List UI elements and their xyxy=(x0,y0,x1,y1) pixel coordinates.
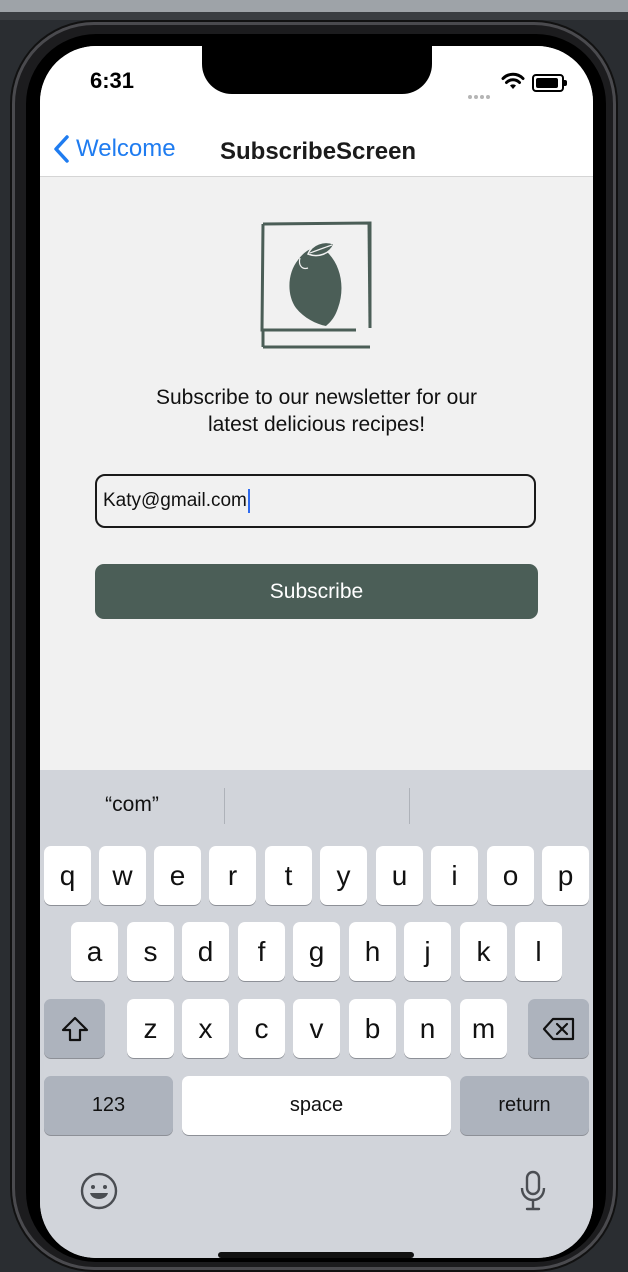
keyboard: “com” q w e r t y u i o p a s d f g h j … xyxy=(40,770,593,1258)
key-f[interactable]: f xyxy=(238,922,285,981)
home-indicator[interactable] xyxy=(218,1252,414,1258)
suggestion-1[interactable]: “com” xyxy=(40,770,224,840)
email-input[interactable]: Katy@gmail.com xyxy=(95,474,536,528)
tagline-line-2: latest delicious recipes! xyxy=(207,413,426,436)
key-n[interactable]: n xyxy=(404,999,451,1058)
wifi-icon xyxy=(501,72,525,89)
desktop-top-bar xyxy=(0,0,628,12)
key-i[interactable]: i xyxy=(431,846,478,905)
suggestion-2[interactable] xyxy=(225,770,409,840)
backspace-icon xyxy=(542,1017,574,1040)
navigation-bar: Welcome SubscribeScreen xyxy=(40,124,593,177)
key-t[interactable]: t xyxy=(265,846,312,905)
key-m[interactable]: m xyxy=(460,999,507,1058)
email-input-value: Katy@gmail.com xyxy=(103,490,247,511)
key-w[interactable]: w xyxy=(99,846,146,905)
key-d[interactable]: d xyxy=(182,922,229,981)
suggestion-3[interactable] xyxy=(410,770,593,840)
key-c[interactable]: c xyxy=(238,999,285,1058)
key-u[interactable]: u xyxy=(376,846,423,905)
subscribe-button-label: Subscribe xyxy=(269,579,364,603)
key-q[interactable]: q xyxy=(44,846,91,905)
notch xyxy=(202,46,432,94)
shift-key[interactable] xyxy=(44,999,105,1058)
lemon-logo-icon xyxy=(260,221,372,349)
battery-icon xyxy=(532,74,564,92)
suggestion-bar: “com” xyxy=(40,770,593,840)
numbers-key[interactable]: 123 xyxy=(44,1076,173,1135)
key-b[interactable]: b xyxy=(349,999,396,1058)
key-r[interactable]: r xyxy=(209,846,256,905)
page-title: SubscribeScreen xyxy=(220,138,417,165)
key-e[interactable]: e xyxy=(154,846,201,905)
key-s[interactable]: s xyxy=(127,922,174,981)
subscribe-button[interactable]: Subscribe xyxy=(95,564,538,619)
key-h[interactable]: h xyxy=(349,922,396,981)
key-l[interactable]: l xyxy=(515,922,562,981)
emoji-icon[interactable] xyxy=(80,1172,118,1210)
key-p[interactable]: p xyxy=(542,846,589,905)
backspace-key[interactable] xyxy=(528,999,589,1058)
phone-screen: 6:31 Welcome SubscribeScreen Subscribe t… xyxy=(40,46,593,1258)
chevron-left-icon xyxy=(54,135,69,163)
key-y[interactable]: y xyxy=(320,846,367,905)
cellular-icon xyxy=(468,86,494,99)
key-o[interactable]: o xyxy=(487,846,534,905)
key-v[interactable]: v xyxy=(293,999,340,1058)
shift-icon xyxy=(61,1016,88,1041)
tagline-line-1: Subscribe to our newsletter for our xyxy=(156,386,477,409)
space-key[interactable]: space xyxy=(182,1076,451,1135)
key-x[interactable]: x xyxy=(182,999,229,1058)
status-time: 6:31 xyxy=(90,68,135,93)
desktop-strip xyxy=(0,12,628,20)
return-key[interactable]: return xyxy=(460,1076,589,1135)
newsletter-description: Subscribe to our newsletter for our late… xyxy=(100,384,533,438)
microphone-icon[interactable] xyxy=(518,1170,548,1212)
key-g[interactable]: g xyxy=(293,922,340,981)
text-caret xyxy=(247,489,250,513)
key-j[interactable]: j xyxy=(404,922,451,981)
back-button-label: Welcome xyxy=(76,135,176,162)
key-a[interactable]: a xyxy=(71,922,118,981)
key-z[interactable]: z xyxy=(127,999,174,1058)
battery-tip xyxy=(564,80,567,86)
back-button[interactable]: Welcome xyxy=(52,134,176,164)
key-k[interactable]: k xyxy=(460,922,507,981)
